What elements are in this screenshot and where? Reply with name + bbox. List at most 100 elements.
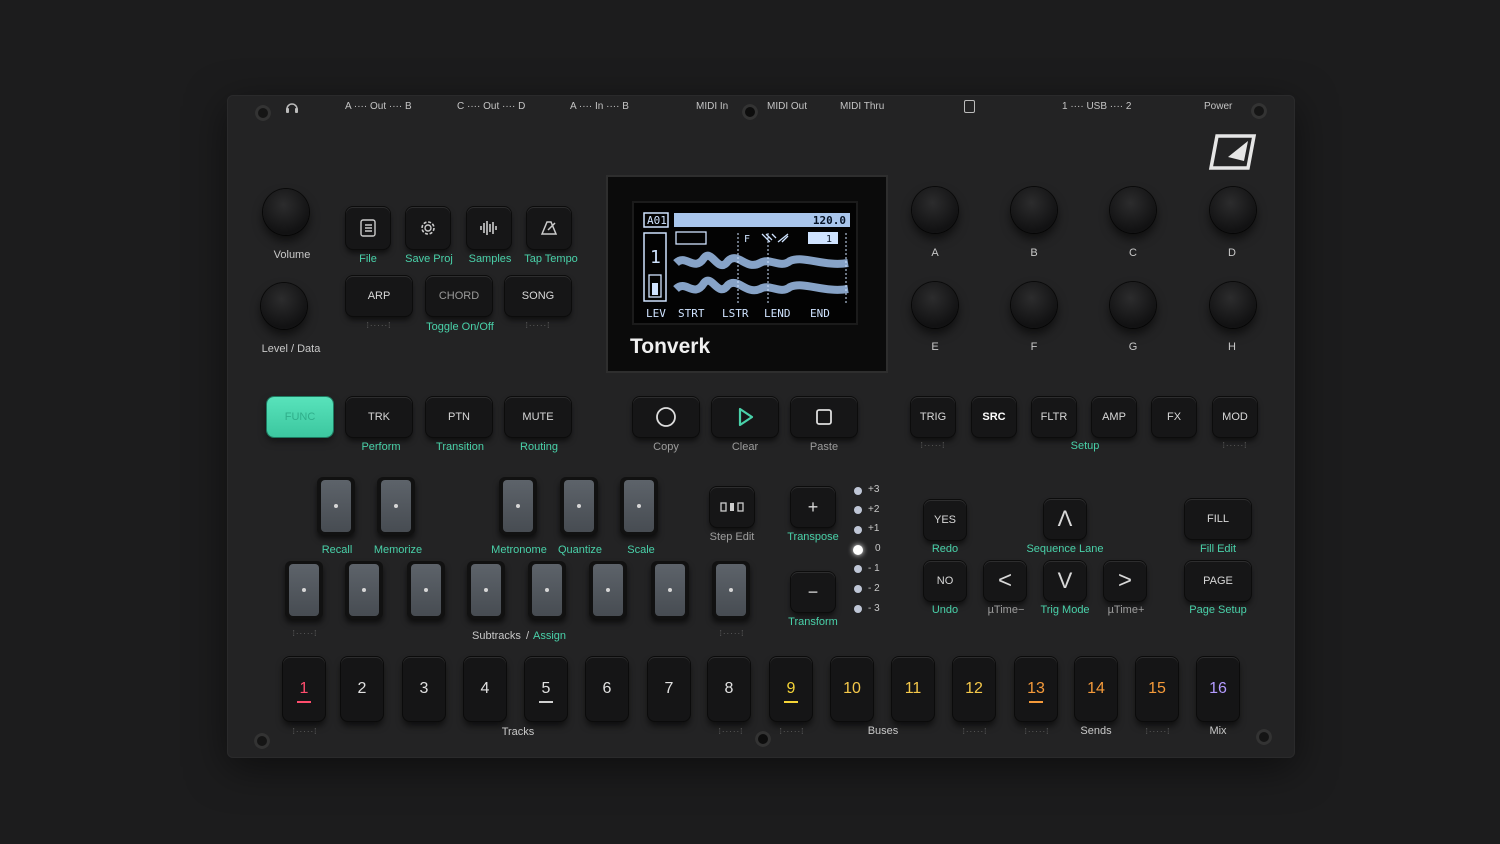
track-6-button[interactable]: 6 xyxy=(586,657,628,721)
mod-button[interactable]: MOD xyxy=(1213,397,1257,437)
left-arrow-button[interactable]: < xyxy=(984,561,1026,601)
pad-recall[interactable] xyxy=(317,477,355,535)
send-15-button[interactable]: 15 xyxy=(1136,657,1178,721)
power-button[interactable] xyxy=(1251,103,1267,119)
octave-led-p2 xyxy=(854,506,862,514)
yes-button[interactable]: YES xyxy=(924,500,966,540)
track-1-number: 1 xyxy=(299,680,309,697)
pad-7[interactable] xyxy=(651,561,689,619)
tap-tempo-button[interactable] xyxy=(527,207,571,249)
page-button[interactable]: PAGE xyxy=(1185,561,1251,601)
src-button[interactable]: SRC xyxy=(972,397,1016,437)
send-13-button[interactable]: 13 xyxy=(1015,657,1057,721)
save-proj-button[interactable] xyxy=(406,207,450,249)
minus-button[interactable]: − xyxy=(791,572,835,612)
track-7-number: 7 xyxy=(664,680,674,697)
bank-readout: 1 xyxy=(826,234,832,245)
level-data-knob[interactable] xyxy=(261,283,307,329)
quantize-label: Quantize xyxy=(557,544,603,556)
knob-a[interactable] xyxy=(912,187,958,233)
send-13-shift-dots: ⁞·····⁞ xyxy=(1024,727,1050,736)
send-15-shift-dots: ⁞·····⁞ xyxy=(1145,727,1171,736)
knob-g-label: G xyxy=(1128,341,1138,353)
octave-led-0 xyxy=(853,545,863,555)
record-button[interactable] xyxy=(633,397,699,437)
track-7-button[interactable]: 7 xyxy=(648,657,690,721)
bus-12-button[interactable]: 12 xyxy=(953,657,995,721)
down-arrow-button[interactable]: V xyxy=(1044,561,1086,601)
plus-button[interactable]: + xyxy=(791,487,835,527)
fx-button[interactable]: FX xyxy=(1152,397,1196,437)
knob-c[interactable] xyxy=(1110,187,1156,233)
mix-16-button[interactable]: 16 xyxy=(1197,657,1239,721)
knob-b[interactable] xyxy=(1011,187,1057,233)
trig-button[interactable]: TRIG xyxy=(911,397,955,437)
track-5-button[interactable]: 5 xyxy=(525,657,567,721)
amp-button[interactable]: AMP xyxy=(1092,397,1136,437)
right-arrow-button[interactable]: > xyxy=(1104,561,1146,601)
func-button[interactable]: FUNC xyxy=(267,397,333,437)
param-lev: LEV xyxy=(646,307,666,320)
memorize-label: Memorize xyxy=(373,544,423,556)
step-edit-button[interactable] xyxy=(710,487,754,527)
fill-button[interactable]: FILL xyxy=(1185,499,1251,539)
lcd-screen: A01 120.0 1 F 1 LEV STRT LSTR LEND END xyxy=(632,201,858,325)
track-9-button[interactable]: 9 xyxy=(770,657,812,721)
out-ab-label: A ···· Out ···· B xyxy=(345,101,412,112)
pad-2[interactable] xyxy=(345,561,383,619)
scale-label: Scale xyxy=(627,544,655,556)
pad-3[interactable] xyxy=(407,561,445,619)
pad-metronome[interactable] xyxy=(499,477,537,535)
play-button[interactable] xyxy=(712,397,778,437)
tonverk-device: A ···· Out ···· B C ···· Out ···· D A ··… xyxy=(227,95,1295,758)
save-proj-label: Save Proj xyxy=(405,253,453,265)
knob-f-label: F xyxy=(1030,341,1038,353)
file-button[interactable] xyxy=(346,207,390,249)
track-1-button[interactable]: 1 xyxy=(283,657,325,721)
param-strt: STRT xyxy=(678,307,705,320)
no-button[interactable]: NO xyxy=(924,561,966,601)
track-2-button[interactable]: 2 xyxy=(341,657,383,721)
tempo-readout: 120.0 xyxy=(813,214,846,227)
mute-button[interactable]: MUTE xyxy=(505,397,571,437)
trk-button[interactable]: TRK xyxy=(346,397,412,437)
pad-4[interactable] xyxy=(467,561,505,619)
fill-edit-label: Fill Edit xyxy=(1199,543,1237,555)
fltr-button[interactable]: FLTR xyxy=(1032,397,1076,437)
pad-quantize[interactable] xyxy=(560,477,598,535)
track-8-button[interactable]: 8 xyxy=(708,657,750,721)
level-data-label: Level / Data xyxy=(261,343,321,355)
bus-10-button[interactable]: 10 xyxy=(831,657,873,721)
track-9-shift-dots: ⁞·····⁞ xyxy=(779,727,805,736)
knob-h[interactable] xyxy=(1210,282,1256,328)
pad-8[interactable] xyxy=(712,561,750,619)
track-number-readout: 1 xyxy=(650,247,661,268)
samples-button[interactable] xyxy=(467,207,511,249)
volume-knob[interactable] xyxy=(263,189,309,235)
track-3-button[interactable]: 3 xyxy=(403,657,445,721)
arp-button[interactable]: ARP xyxy=(346,276,412,316)
stop-button[interactable] xyxy=(791,397,857,437)
knob-e[interactable] xyxy=(912,282,958,328)
play-icon xyxy=(738,407,754,427)
up-arrow-button[interactable]: Λ xyxy=(1044,499,1086,539)
bus-11-button[interactable]: 11 xyxy=(892,657,934,721)
octave-m3-label: - 3 xyxy=(868,603,880,614)
pad-6[interactable] xyxy=(589,561,627,619)
pad-memorize[interactable] xyxy=(377,477,415,535)
knob-d[interactable] xyxy=(1210,187,1256,233)
pad-1[interactable] xyxy=(285,561,323,619)
file-icon xyxy=(360,219,376,237)
pad-scale[interactable] xyxy=(620,477,658,535)
send-14-button[interactable]: 14 xyxy=(1075,657,1117,721)
pad-5[interactable] xyxy=(528,561,566,619)
track-4-button[interactable]: 4 xyxy=(464,657,506,721)
elektron-logo-icon xyxy=(1208,133,1258,171)
knob-h-label: H xyxy=(1228,341,1236,353)
chord-button[interactable]: CHORD xyxy=(426,276,492,316)
song-button[interactable]: SONG xyxy=(505,276,571,316)
knob-f[interactable] xyxy=(1011,282,1057,328)
flag-readout: F xyxy=(744,234,750,245)
knob-g[interactable] xyxy=(1110,282,1156,328)
ptn-button[interactable]: PTN xyxy=(426,397,492,437)
